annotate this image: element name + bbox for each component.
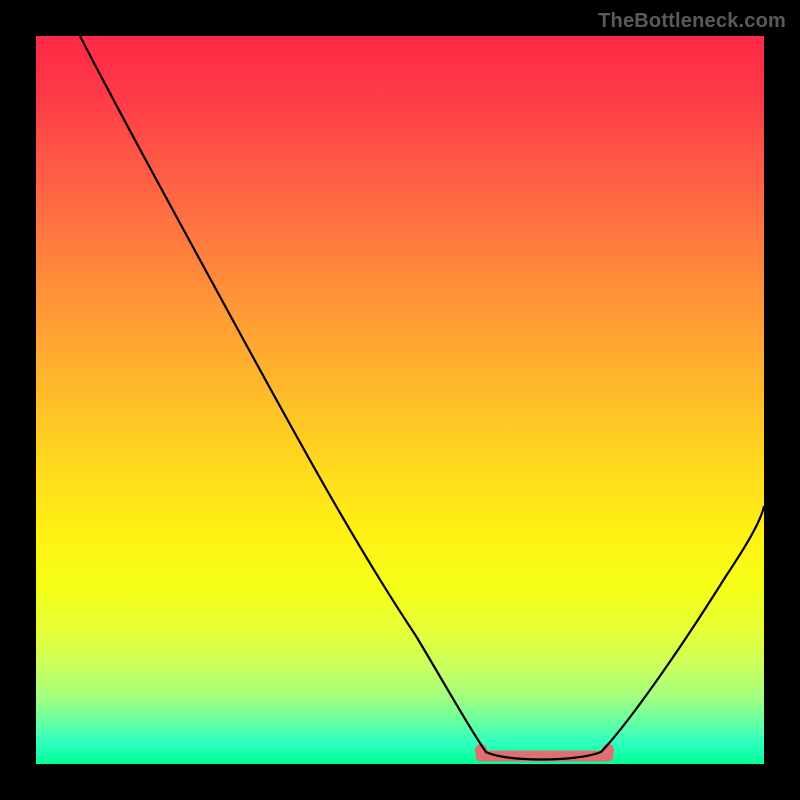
curve-svg bbox=[36, 36, 764, 764]
watermark-text: TheBottleneck.com bbox=[598, 10, 786, 33]
chart-frame: TheBottleneck.com bbox=[0, 0, 800, 800]
bottleneck-curve bbox=[80, 36, 764, 760]
plot-area bbox=[36, 36, 764, 764]
